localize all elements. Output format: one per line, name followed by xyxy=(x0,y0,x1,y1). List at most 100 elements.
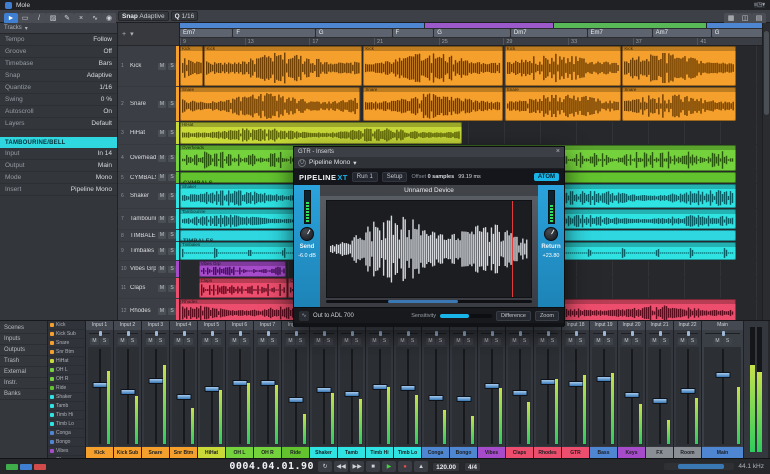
pan-control[interactable] xyxy=(702,330,743,337)
scrollbar-thumb[interactable] xyxy=(388,300,458,303)
channel-name-scribble[interactable]: Main xyxy=(702,447,743,458)
solo-button[interactable]: S xyxy=(380,338,389,345)
scrollbar-thumb[interactable] xyxy=(678,464,724,469)
channel-name-scribble[interactable]: Shaker xyxy=(310,447,337,458)
plugin-window-titlebar[interactable]: GTR - Inserts × xyxy=(294,147,564,157)
mute-button[interactable]: M xyxy=(594,338,603,345)
fader-handle[interactable] xyxy=(204,386,219,392)
device-name[interactable]: Unnamed Device xyxy=(320,185,538,196)
solo-button[interactable]: S xyxy=(576,338,585,345)
main-channel-strip[interactable]: MainMSMain xyxy=(702,321,744,458)
mute-button[interactable]: M xyxy=(314,338,323,345)
channel-name-scribble[interactable]: Snare xyxy=(142,447,169,458)
fader-handle[interactable] xyxy=(596,376,611,382)
fader-handle[interactable] xyxy=(232,380,247,386)
solo-button[interactable]: S xyxy=(324,338,333,345)
channel-name-scribble[interactable]: OH R xyxy=(254,447,281,458)
inspector-row[interactable]: AutoscrollOn xyxy=(0,106,117,118)
mixer-channel-strip[interactable]: Input 10MSTamb xyxy=(338,321,366,458)
track-inspector-row[interactable]: InsertPipeline Mono xyxy=(0,184,117,196)
inspector-row[interactable]: LayersDefault xyxy=(0,118,117,130)
solo-button[interactable]: S xyxy=(168,248,176,255)
solo-button[interactable]: S xyxy=(660,338,669,345)
pan-control[interactable] xyxy=(674,330,701,337)
pan-control[interactable] xyxy=(282,330,309,337)
channel-name-scribble[interactable]: Bass xyxy=(590,447,617,458)
play-button[interactable]: ▶ xyxy=(382,461,396,472)
solo-button[interactable]: S xyxy=(492,338,501,345)
mute-button[interactable]: M xyxy=(342,338,351,345)
solo-button[interactable]: S xyxy=(168,266,176,273)
mute-button[interactable]: M xyxy=(538,338,547,345)
track-lane[interactable]: SnareSnareSnareSnare xyxy=(180,87,762,121)
fader-handle[interactable] xyxy=(288,397,303,403)
channel-list-item[interactable]: Snare xyxy=(48,339,85,348)
track-header[interactable]: 4OverheadsMS xyxy=(118,145,179,171)
solo-button[interactable]: S xyxy=(168,130,176,137)
pan-control[interactable] xyxy=(394,330,421,337)
chord-marker[interactable]: G xyxy=(712,29,762,37)
audio-clip[interactable]: Snare xyxy=(363,87,503,121)
mixer-channel-strip[interactable]: Input 16MSClaps xyxy=(506,321,534,458)
arranger-section[interactable] xyxy=(707,23,762,28)
forward-button[interactable]: ▶▶ xyxy=(350,461,364,472)
return-knob[interactable] xyxy=(544,227,558,241)
channel-name-scribble[interactable]: Kick Sub xyxy=(114,447,141,458)
mute-button[interactable]: M xyxy=(158,216,166,223)
track-lane[interactable]: HiHat xyxy=(180,122,762,144)
mute-button[interactable]: M xyxy=(158,63,166,70)
plugin-window[interactable]: GTR - Inserts × U Pipeline Mono ▾ PIPELI… xyxy=(293,146,565,326)
audio-clip[interactable]: Snare xyxy=(622,87,735,121)
mixer-tab-inputs[interactable]: Inputs xyxy=(0,334,47,345)
mute-button[interactable]: M xyxy=(158,130,166,137)
channel-list-item[interactable]: HiHat xyxy=(48,357,85,366)
mute-button[interactable]: M xyxy=(622,338,631,345)
pan-control[interactable] xyxy=(338,330,365,337)
chord-marker[interactable]: F xyxy=(393,29,434,37)
chord-marker[interactable]: Em7 xyxy=(588,29,652,37)
pan-control[interactable] xyxy=(170,330,197,337)
fader-handle[interactable] xyxy=(540,379,555,385)
offset-field[interactable]: Offset 0 samples xyxy=(411,174,454,180)
mixer-channel-strip[interactable]: Input 8MSRide xyxy=(282,321,310,458)
audio-clip[interactable]: HiHat xyxy=(180,122,462,144)
chord-marker[interactable]: Am7 xyxy=(653,29,711,37)
mute-button[interactable]: M xyxy=(158,101,166,108)
mute-button[interactable]: M xyxy=(650,338,659,345)
mute-button[interactable]: M xyxy=(426,338,435,345)
mixer-horizontal-scrollbar[interactable] xyxy=(664,463,734,470)
mute-button[interactable]: M xyxy=(158,174,166,181)
fader-handle[interactable] xyxy=(568,381,583,387)
channel-name-scribble[interactable]: Vibes xyxy=(478,447,505,458)
mute-button[interactable]: M xyxy=(454,338,463,345)
solo-button[interactable]: S xyxy=(268,338,277,345)
mute-button[interactable]: M xyxy=(118,338,127,345)
pan-control[interactable] xyxy=(254,330,281,337)
solo-button[interactable]: S xyxy=(168,155,176,162)
mixer-tab-external[interactable]: External xyxy=(0,367,47,378)
pan-control[interactable] xyxy=(646,330,673,337)
arranger-section[interactable] xyxy=(425,23,553,28)
channel-name-scribble[interactable]: Timb Lo xyxy=(394,447,421,458)
audio-clip[interactable]: Kick xyxy=(505,46,621,86)
mixer-channel-strip[interactable]: Input 18MSGTR xyxy=(562,321,590,458)
pan-control[interactable] xyxy=(422,330,449,337)
loop-button[interactable]: ↻ xyxy=(318,461,332,472)
track-header[interactable]: 5CYMBALSMS xyxy=(118,172,179,183)
tempo-display[interactable]: 120.00 xyxy=(432,462,460,472)
tab-run[interactable]: Run 1 xyxy=(352,172,378,182)
channel-list-item[interactable]: Vibes xyxy=(48,447,85,456)
mute-button[interactable]: M xyxy=(202,338,211,345)
solo-button[interactable]: S xyxy=(548,338,557,345)
mixer-channel-strip[interactable]: Input 21MSFX xyxy=(646,321,674,458)
channel-name-scribble[interactable]: Snr Btm xyxy=(170,447,197,458)
channel-list-item[interactable]: Conga xyxy=(48,429,85,438)
mute-button[interactable]: M xyxy=(146,338,155,345)
fader-handle[interactable] xyxy=(512,390,527,396)
solo-button[interactable]: S xyxy=(168,193,176,200)
track-header[interactable]: 1KickMS xyxy=(118,46,179,86)
audio-clip[interactable]: Claps xyxy=(199,278,287,298)
pan-control[interactable] xyxy=(590,330,617,337)
mixer-channel-strip[interactable]: Input 4MSSnr Btm xyxy=(170,321,198,458)
latency-waveform-display[interactable] xyxy=(326,200,532,298)
